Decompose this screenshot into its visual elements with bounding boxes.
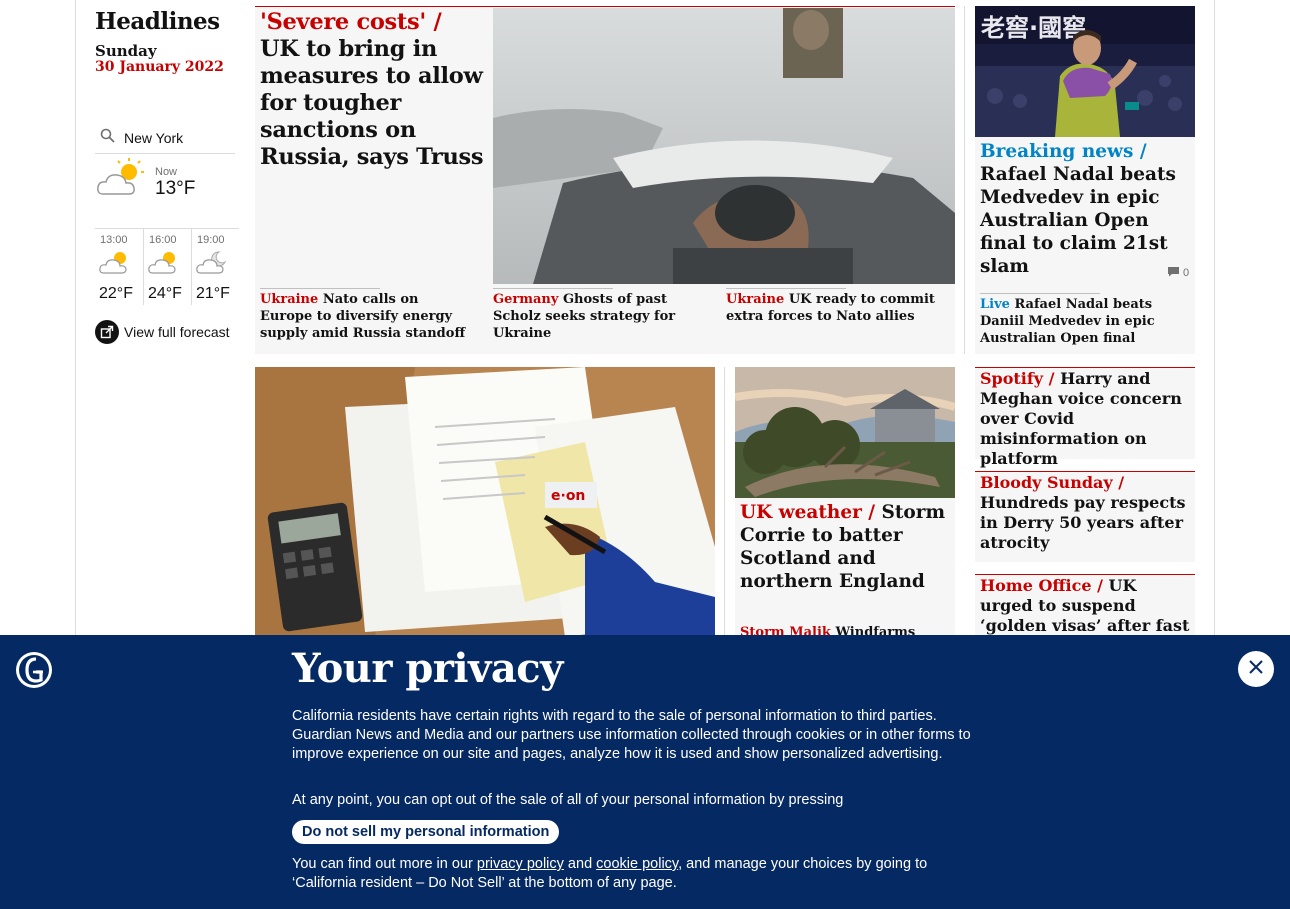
- side-kicker: Spotify /: [980, 369, 1055, 388]
- moon-cloud-icon: [195, 247, 231, 281]
- date-day: Sunday: [95, 42, 157, 60]
- sport-headline[interactable]: Breaking news / Rafael Nadal beats Medve…: [980, 140, 1192, 278]
- sub-kicker: Ukraine: [726, 292, 785, 307]
- sun-cloud-icon: [98, 247, 134, 281]
- live-kicker: Live: [980, 297, 1010, 312]
- sun-cloud-icon: [147, 247, 183, 281]
- privacy-opt-out-text: At any point, you can opt out of the sal…: [292, 792, 844, 808]
- lead-story-card[interactable]: 'Severe costs' / UK to bring in measures…: [255, 6, 955, 354]
- privacy-banner: Your privacy California residents have c…: [0, 635, 1290, 909]
- search-icon: [100, 128, 116, 148]
- storm-image-fallen-tree[interactable]: [735, 367, 955, 498]
- foot-pre: You can find out more in our: [292, 856, 477, 872]
- do-not-sell-button[interactable]: Do not sell my personal information: [292, 820, 560, 844]
- sun-cloud-icon: [95, 156, 149, 204]
- date-full: 30 January 2022: [95, 59, 224, 75]
- energy-bills-image[interactable]: e·on: [255, 367, 715, 637]
- lead-sub-story-2[interactable]: Germany Ghosts of past Scholz seeks stra…: [493, 288, 708, 342]
- side-story-bloody-sunday[interactable]: Bloody Sunday / Hundreds pay respects in…: [975, 471, 1195, 562]
- side-story-spotify[interactable]: Spotify / Harry and Meghan voice concern…: [975, 367, 1195, 468]
- forecast-temp: 22°F: [99, 285, 133, 302]
- lead-image-tank[interactable]: [493, 8, 955, 284]
- close-icon: [1248, 659, 1264, 679]
- sport-image-nadal[interactable]: 老窖·國窖: [975, 6, 1195, 137]
- lead-kicker: 'Severe costs' /: [260, 9, 442, 35]
- privacy-policy-link[interactable]: privacy policy: [477, 856, 564, 872]
- sport-sub-story[interactable]: Live Rafael Nadal beats Daniil Medvedev …: [980, 293, 1192, 347]
- hourly-forecast: 13:00 22°F 16:00 24°F 19:00 21°F: [95, 228, 239, 305]
- side-kicker: Bloody Sunday /: [980, 473, 1125, 492]
- sport-story-card[interactable]: 老窖·國窖 Breaking news / Rafael Nadal beats…: [975, 6, 1195, 354]
- forecast-slot: 13:00 22°F: [95, 229, 143, 305]
- weather-now: Now 13°F: [95, 156, 235, 228]
- sub-kicker: Ukraine: [260, 292, 319, 307]
- forecast-slot: 16:00 24°F: [142, 229, 191, 305]
- lead-sub-story-1[interactable]: Ukraine Nato calls on Europe to diversif…: [260, 288, 475, 342]
- lead-headline[interactable]: 'Severe costs' / UK to bring in measures…: [260, 9, 485, 171]
- column-divider: [724, 367, 725, 637]
- comment-icon: [1167, 266, 1180, 280]
- forecast-temp: 24°F: [147, 285, 182, 302]
- comment-count-value: 0: [1183, 267, 1190, 279]
- now-temperature: 13°F: [155, 178, 196, 199]
- storm-headline[interactable]: UK weather / Storm Corrie to batter Scot…: [740, 501, 952, 593]
- weather-location-search[interactable]: New York: [95, 122, 235, 154]
- privacy-footer-text: You can find out more in our privacy pol…: [292, 855, 972, 893]
- column-divider: [964, 6, 965, 354]
- lead-headline-text: UK to bring in measures to allow for tou…: [260, 36, 484, 170]
- forecast-temp: 21°F: [195, 285, 230, 302]
- storm-story-card[interactable]: UK weather / Storm Corrie to batter Scot…: [735, 367, 955, 640]
- section-title: Headlines: [95, 8, 220, 35]
- guardian-logo-icon: [16, 652, 52, 688]
- close-banner-button[interactable]: [1238, 651, 1274, 687]
- svg-text:e·on: e·on: [551, 488, 585, 504]
- privacy-body: California residents have certain rights…: [292, 708, 971, 762]
- weather-city: New York: [124, 129, 184, 146]
- forecast-time: 16:00: [148, 234, 177, 246]
- lead-sub-story-3[interactable]: Ukraine UK ready to commit extra forces …: [726, 288, 951, 325]
- view-full-forecast-label: View full forecast: [124, 324, 230, 340]
- privacy-title: Your privacy: [292, 645, 563, 692]
- storm-kicker: UK weather /: [740, 502, 876, 523]
- cookie-policy-link[interactable]: cookie policy: [596, 856, 678, 872]
- side-kicker: Home Office /: [980, 576, 1103, 595]
- external-link-icon: [95, 320, 119, 344]
- comment-count[interactable]: 0: [1167, 266, 1189, 280]
- forecast-time: 19:00: [196, 234, 225, 246]
- sport-headline-text: Rafael Nadal beats Medvedev in epic Aust…: [980, 164, 1176, 277]
- side-story-home-office[interactable]: Home Office / UK urged to suspend ‘golde…: [975, 574, 1195, 636]
- forecast-slot: 19:00 21°F: [190, 229, 239, 305]
- side-text: Hundreds pay respects in Derry 50 years …: [980, 493, 1186, 552]
- sub-kicker: Germany: [493, 292, 559, 307]
- foot-and: and: [563, 856, 597, 872]
- view-full-forecast-link[interactable]: View full forecast: [95, 320, 230, 344]
- sport-kicker: Breaking news /: [980, 141, 1147, 162]
- forecast-time: 13:00: [100, 234, 128, 246]
- now-label: Now: [155, 166, 178, 178]
- svg-text:老窖·國窖: 老窖·國窖: [981, 14, 1086, 42]
